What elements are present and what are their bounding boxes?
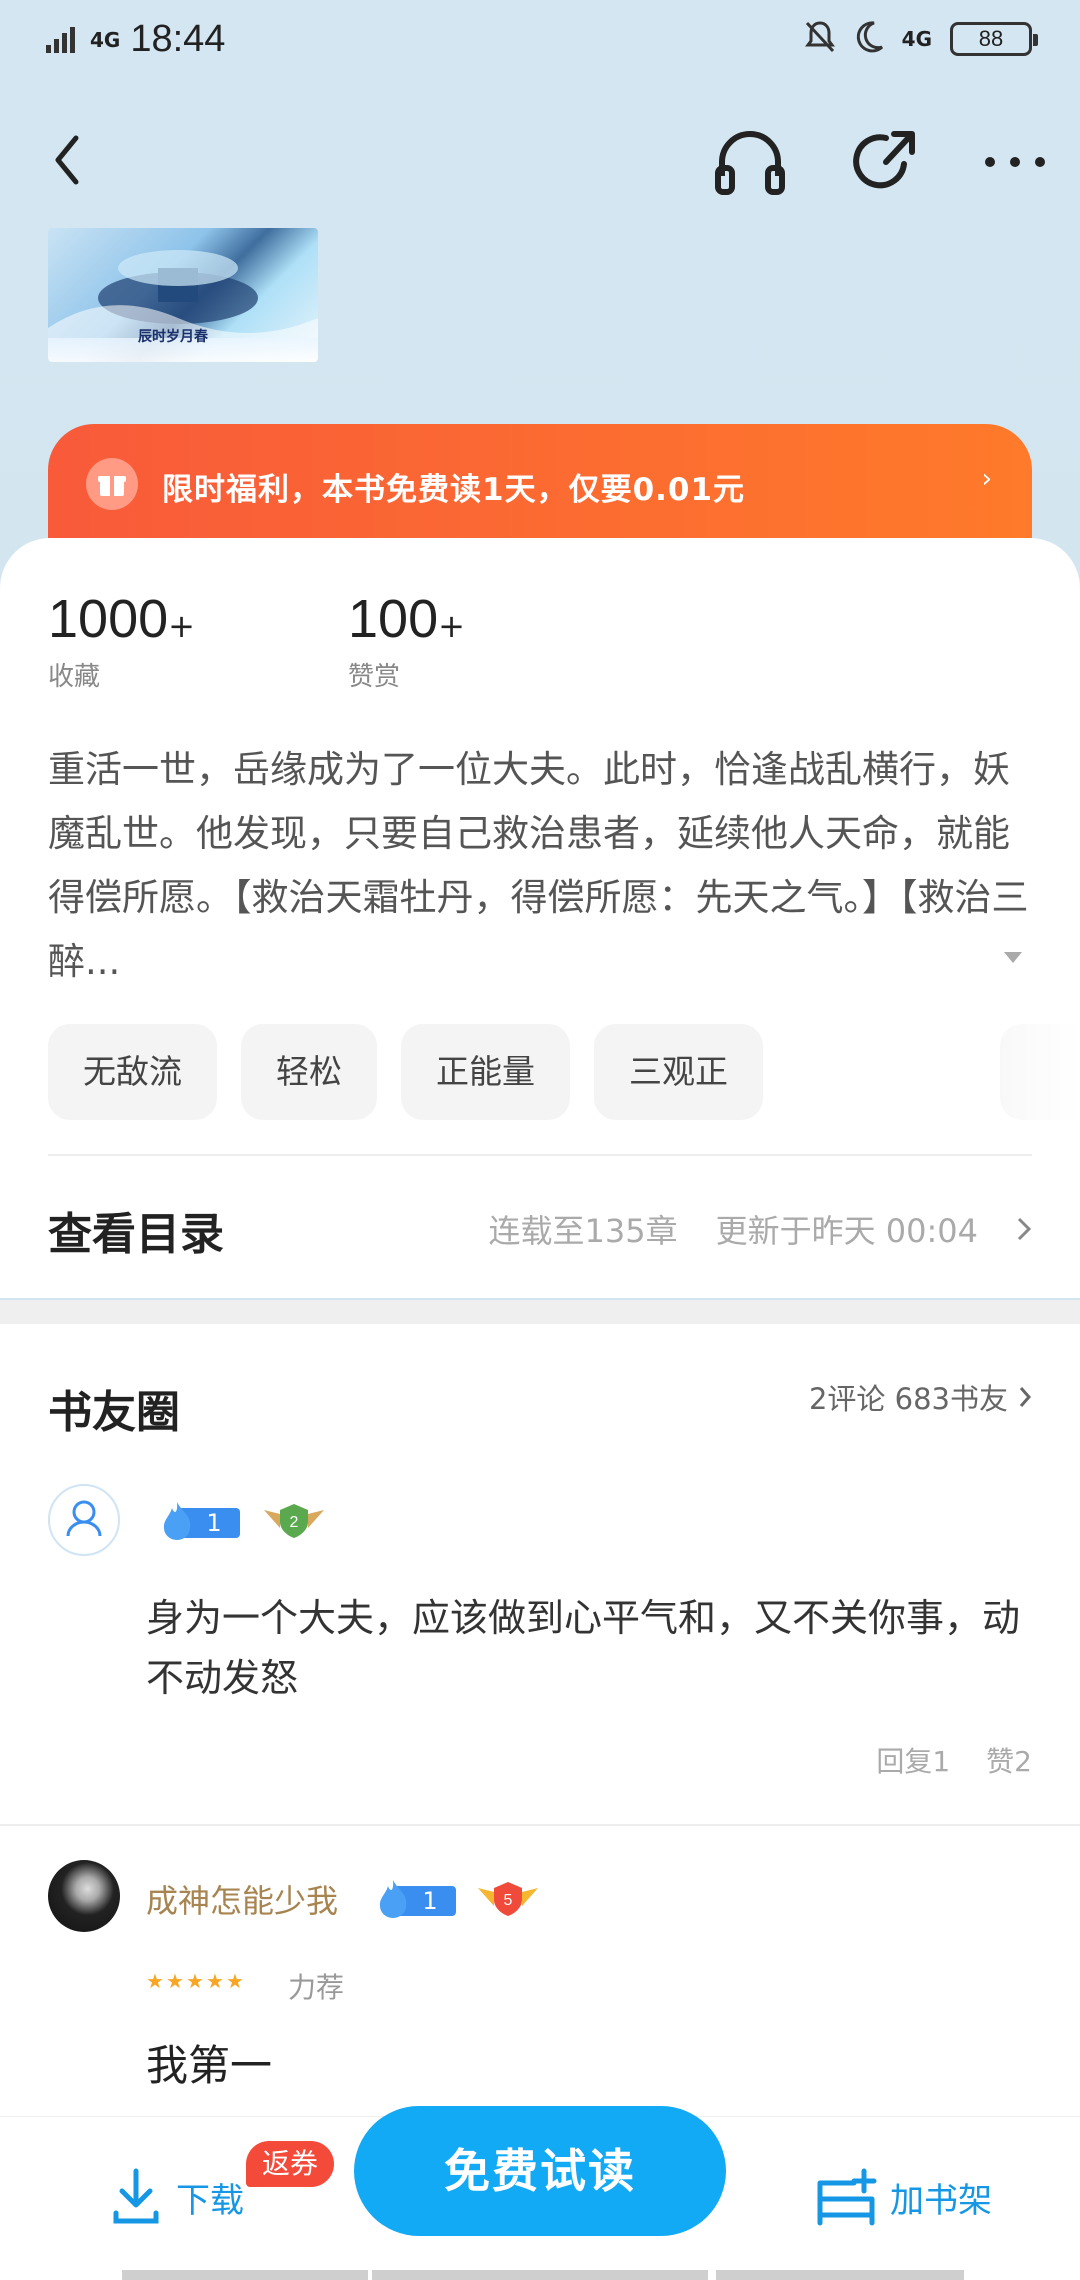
- tag-chip[interactable]: 轻松: [241, 1024, 377, 1120]
- user-icon: [66, 1500, 102, 1537]
- wing-shield-icon: 2: [264, 1504, 324, 1538]
- avatar[interactable]: [48, 1860, 120, 1932]
- comment-actions: 回复1 赞2: [876, 1740, 1032, 1780]
- share-button[interactable]: [846, 124, 922, 200]
- book-info-card: 1000+ 收藏 100+ 赞赏 重活一世，岳缘成为了一位大夫。此时，恰逢战乱横…: [0, 538, 1080, 1298]
- signal-icon: [46, 23, 80, 57]
- rank-badge: 5: [476, 1878, 540, 1918]
- star-icon: ★: [146, 1969, 164, 1993]
- tag-chip[interactable]: 三观正: [594, 1024, 763, 1120]
- chevron-right-icon: [1019, 1387, 1032, 1407]
- chevron-right-icon: ›: [981, 464, 992, 494]
- expand-caret-icon[interactable]: [1004, 952, 1022, 963]
- flame-icon: [163, 1502, 191, 1540]
- star-icon: ★: [186, 1969, 204, 1993]
- network-label-right: 4G: [901, 27, 932, 51]
- circle-meta-link[interactable]: 2评论 683书友: [809, 1376, 1032, 1418]
- book-cover[interactable]: 辰时岁月春: [48, 228, 318, 362]
- flame-icon: [379, 1880, 407, 1918]
- star-icon: ★: [206, 1969, 224, 1993]
- cover-title-text: 辰时岁月春: [138, 329, 208, 345]
- update-time: 更新于昨天 00:04: [715, 1212, 978, 1250]
- rank-number: 5: [504, 1892, 513, 1909]
- nav-bar: [0, 110, 1080, 210]
- gift-icon: [86, 458, 138, 510]
- section-gap: [0, 1300, 1080, 1324]
- wing-shield-icon: 5: [478, 1882, 538, 1916]
- tag-overflow-fade: [1000, 1024, 1080, 1120]
- more-button[interactable]: [980, 134, 1050, 190]
- status-left: 4G 18:44: [46, 18, 225, 61]
- comment-text[interactable]: 我第一: [146, 2036, 272, 2096]
- star-rating: ★ ★ ★ ★ ★: [146, 1969, 244, 1993]
- stat-label: 赞赏: [348, 662, 401, 692]
- star-icon: ★: [166, 1969, 184, 1993]
- star-icon: ★: [226, 1969, 244, 1993]
- battery-icon: 88: [950, 22, 1038, 56]
- promo-banner[interactable]: 限时福利，本书免费读1天，仅要0.01元 ›: [48, 424, 1032, 544]
- clock: 18:44: [130, 18, 226, 60]
- like-button[interactable]: 赞2: [986, 1740, 1032, 1780]
- rank-number: 2: [290, 1514, 299, 1531]
- stat-rewards: 100+ 赞赏: [348, 588, 465, 693]
- network-label: 4G: [90, 27, 121, 52]
- stat-label: 收藏: [48, 662, 101, 692]
- moon-icon: [854, 21, 884, 57]
- shelf-label: 加书架: [890, 2180, 992, 2221]
- username[interactable]: 成神怎能少我: [146, 1876, 338, 1922]
- promo-text: 限时福利，本书免费读1天，仅要0.01元: [162, 472, 746, 508]
- mute-icon: [804, 20, 836, 58]
- avatar[interactable]: [48, 1484, 120, 1556]
- tag-list: 无敌流 轻松 正能量 三观正: [48, 1024, 763, 1120]
- toc-meta[interactable]: 连载至135章 更新于昨天 00:04: [489, 1206, 1033, 1252]
- stat-favorites: 1000+ 收藏: [48, 588, 195, 693]
- stat-value: 1000: [48, 589, 169, 649]
- fire-level-badge: 1: [160, 1500, 240, 1540]
- download-icon: [113, 2168, 159, 2224]
- circle-stats: 2评论 683书友: [808, 1382, 1008, 1416]
- share-icon: [853, 131, 915, 189]
- nav-indicator: [372, 2270, 708, 2280]
- chevron-right-icon: [1017, 1217, 1032, 1241]
- free-read-button[interactable]: 免费试读: [354, 2106, 726, 2236]
- bookshelf-add-icon: [817, 2168, 877, 2226]
- status-bar: 4G 18:44 4G 88: [0, 0, 1080, 84]
- stat-suffix: +: [438, 607, 465, 645]
- fire-level-badge: 1: [376, 1878, 456, 1918]
- status-right: 4G 88: [804, 20, 1038, 58]
- stat-suffix: +: [168, 607, 195, 645]
- rating-label: 力荐: [288, 1971, 345, 2004]
- tag-chip[interactable]: 正能量: [401, 1024, 570, 1120]
- nav-indicator: [716, 2270, 964, 2280]
- synopsis[interactable]: 重活一世，岳缘成为了一位大夫。此时，恰逢战乱横行，妖魔乱世。他发现，只要自己救治…: [48, 738, 1038, 994]
- chevron-left-icon: [55, 135, 79, 185]
- download-button[interactable]: 下载: [110, 2167, 244, 2227]
- rank-badge: 2: [262, 1500, 326, 1540]
- toc-title[interactable]: 查看目录: [48, 1198, 224, 1262]
- stat-value: 100: [348, 589, 439, 649]
- coupon-badge: 返券: [246, 2141, 335, 2187]
- more-icon: [985, 157, 1045, 167]
- download-label: 下载: [176, 2180, 244, 2221]
- add-to-shelf-button[interactable]: 加书架: [814, 2167, 992, 2227]
- audio-button[interactable]: [712, 124, 788, 200]
- serial-status: 连载至135章: [488, 1212, 678, 1250]
- tag-chip[interactable]: 无敌流: [48, 1024, 217, 1120]
- comment-text[interactable]: 身为一个大夫，应该做到心平气和，又不关你事，动不动发怒: [146, 1588, 1026, 1708]
- nav-indicator: [122, 2270, 368, 2280]
- reply-button[interactable]: 回复1: [876, 1740, 950, 1780]
- section-title: 书友圈: [48, 1387, 180, 1438]
- divider: [0, 1824, 1080, 1826]
- divider: [48, 1154, 1032, 1156]
- headphones-icon: [715, 131, 785, 195]
- book-detail-page: 4G 18:44 4G 88 辰时岁月春 限时福利，本书免费读1天，仅要0.01…: [0, 0, 1080, 2280]
- back-button[interactable]: [44, 128, 94, 192]
